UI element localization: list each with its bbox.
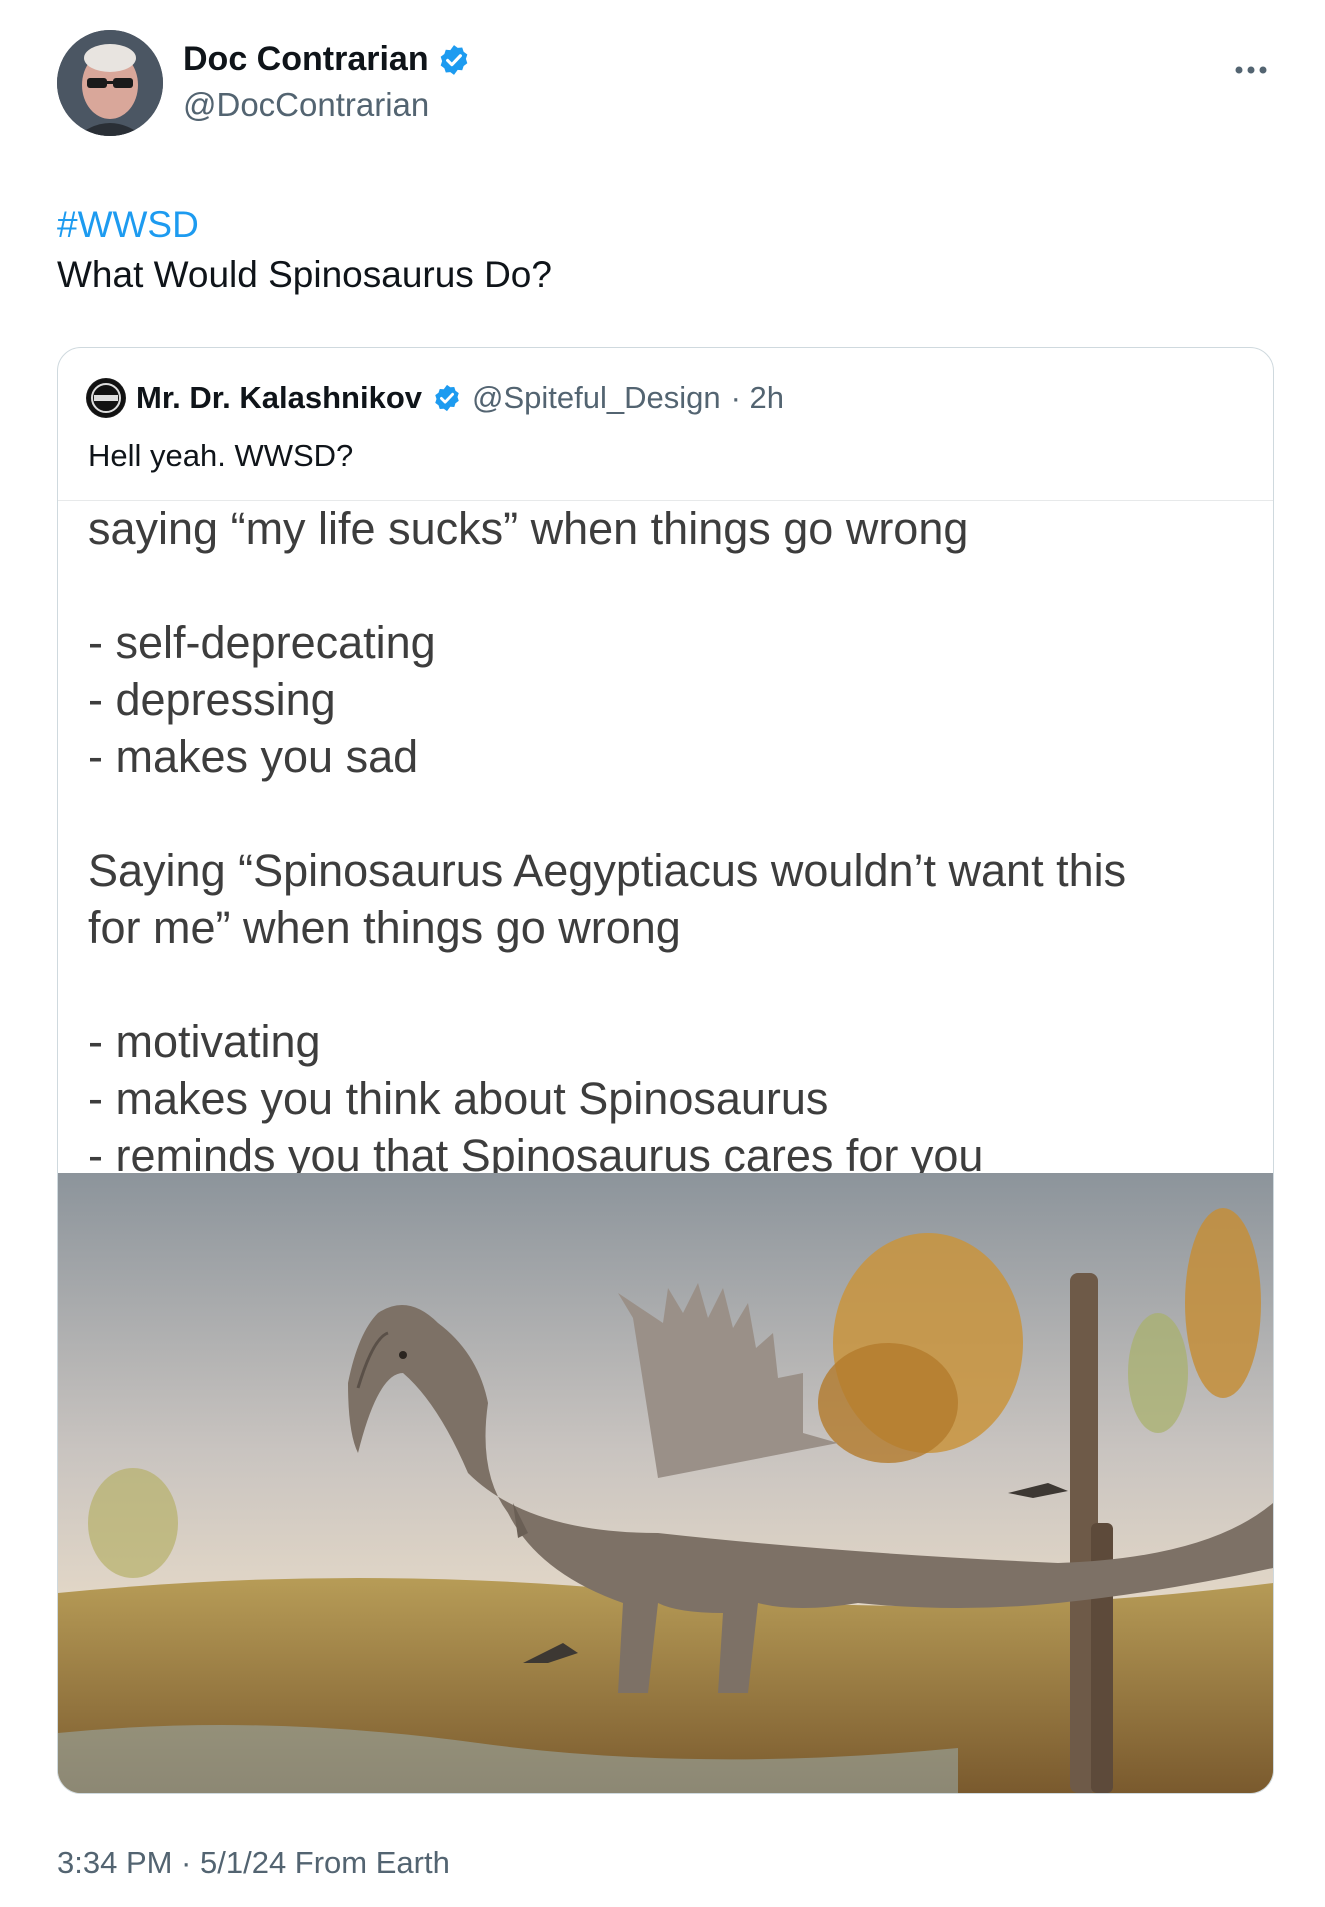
quoted-verified-badge-icon [435, 384, 459, 412]
avatar-photo [57, 30, 163, 136]
meme-image-text: saying “my life sucks” when things go wr… [88, 500, 1248, 1181]
meme-list-item: - makes you sad [88, 731, 419, 782]
author-display-name[interactable]: Doc Contrarian [183, 40, 429, 79]
quoted-tweet-header: Mr. Dr. Kalashnikov @Spiteful_Design · 2… [86, 378, 784, 418]
author-avatar[interactable] [57, 30, 163, 136]
more-horizontal-icon[interactable] [1234, 45, 1268, 84]
quoted-display-name[interactable]: Mr. Dr. Kalashnikov [136, 380, 422, 416]
verified-badge-icon [440, 44, 467, 75]
meme-list-item: - motivating [88, 1016, 321, 1067]
quoted-handle[interactable]: @Spiteful_Design [472, 380, 721, 416]
meme-list-item: - self-deprecating [88, 617, 436, 668]
tweet-body: #WWSD What Would Spinosaurus Do? [57, 200, 552, 300]
meme-line-2a: Saying “Spinosaurus Aegyptiacus wouldn’t… [88, 845, 1127, 896]
quoted-author-avatar[interactable] [86, 378, 126, 418]
tweet-text: What Would Spinosaurus Do? [57, 254, 552, 295]
quoted-time: · 2h [730, 380, 785, 415]
author-handle[interactable]: @DocContrarian [183, 86, 429, 124]
meme-line-2b: for me” when things go wrong [88, 902, 681, 953]
hashtag-link[interactable]: #WWSD [57, 200, 552, 250]
quoted-text: Hell yeah. WWSD? [88, 438, 354, 473]
meme-list-item: - makes you think about Spinosaurus [88, 1073, 829, 1124]
spinosaurus-illustration[interactable] [58, 1173, 1273, 1793]
tweet-timestamp[interactable]: 3:34 PM · 5/1/24 From Earth [57, 1845, 450, 1881]
quoted-tweet[interactable]: Mr. Dr. Kalashnikov @Spiteful_Design · 2… [57, 347, 1274, 1794]
author-display-name-row[interactable]: Doc Contrarian [183, 40, 471, 79]
meme-line-1: saying “my life sucks” when things go wr… [88, 503, 969, 554]
meme-list-item: - depressing [88, 674, 336, 725]
